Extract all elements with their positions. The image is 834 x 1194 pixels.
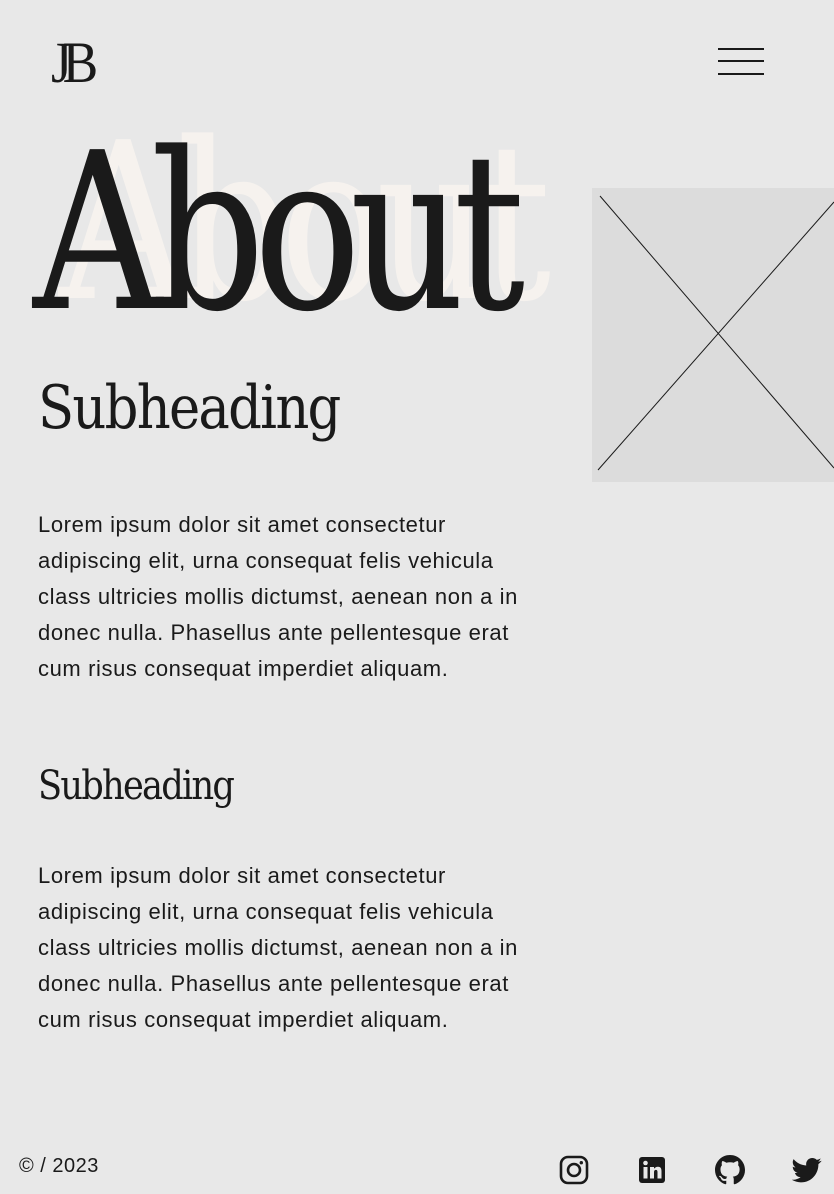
menu-line-middle [718, 60, 764, 62]
instagram-icon[interactable] [559, 1155, 589, 1185]
subheading-1: Subheading [38, 373, 341, 443]
logo[interactable]: JB [51, 34, 98, 92]
menu-line-top [718, 48, 764, 50]
hamburger-menu-icon[interactable] [718, 46, 764, 78]
subheading-2: Subheading [38, 763, 235, 809]
linkedin-icon[interactable] [637, 1155, 667, 1185]
page-title-text: About [33, 107, 525, 360]
copyright-text: © / 2023 [19, 1155, 99, 1177]
twitter-icon[interactable] [792, 1155, 822, 1185]
paragraph-2: Lorem ipsum dolor sit amet consectetur a… [38, 863, 519, 1032]
page-title: About About [33, 107, 593, 360]
menu-line-bottom [718, 73, 764, 75]
placeholder-cross-icon [597, 195, 834, 471]
image-placeholder [592, 188, 834, 482]
github-icon[interactable] [715, 1155, 745, 1185]
paragraph-1: Lorem ipsum dolor sit amet consectetur a… [38, 512, 519, 681]
